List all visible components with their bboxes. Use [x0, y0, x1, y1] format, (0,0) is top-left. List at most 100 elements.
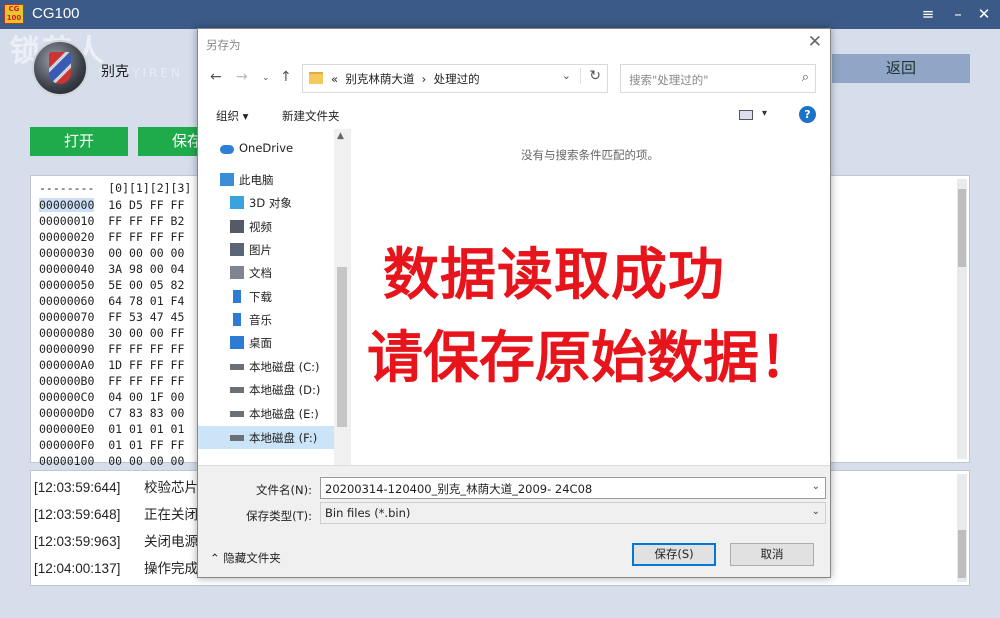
- hex-bytes: FF FF FF FF: [108, 374, 185, 388]
- hex-row[interactable]: 00000080 30 00 00 FF: [39, 326, 184, 340]
- filetype-label: 保存类型(T):: [246, 509, 312, 523]
- log-entry: [12:03:59:644] 校验芯片: [34, 476, 198, 496]
- filename-dropdown-icon[interactable]: ⌄: [812, 481, 820, 492]
- hex-address: 00000010: [39, 214, 95, 228]
- navigation-bar: ← → ⌄ ↑ « 别克林荫大道 › 处理过的 ⌄ ↻ 搜索"处理过的" ⌕: [198, 61, 830, 97]
- filetype-dropdown-icon[interactable]: ⌄: [812, 506, 820, 517]
- forward-arrow-icon[interactable]: →: [236, 69, 248, 85]
- refresh-icon[interactable]: ↻: [580, 68, 601, 84]
- up-arrow-icon[interactable]: ↑: [280, 69, 292, 85]
- hex-address: 000000E0: [39, 422, 95, 436]
- nav-item[interactable]: 视频: [198, 215, 334, 238]
- hex-bytes: FF FF FF FF: [108, 230, 185, 244]
- address-dropdown-icon[interactable]: ⌄: [562, 69, 571, 82]
- address-bar[interactable]: « 别克林荫大道 › 处理过的 ⌄ ↻: [302, 64, 608, 93]
- hex-bytes: 01 01 FF FF: [108, 438, 185, 452]
- nav-item[interactable]: 此电脑: [198, 168, 334, 191]
- hex-row[interactable]: 00000050 5E 00 05 82: [39, 278, 184, 292]
- nav-item[interactable]: 音乐: [198, 308, 334, 331]
- hex-address: 00000100: [39, 454, 95, 468]
- nav-item[interactable]: 3D 对象: [198, 191, 334, 214]
- hex-row[interactable]: 00000090 FF FF FF FF: [39, 342, 184, 356]
- back-arrow-icon[interactable]: ←: [210, 69, 222, 85]
- hex-address: 00000040: [39, 262, 95, 276]
- hex-row[interactable]: 00000020 FF FF FF FF: [39, 230, 184, 244]
- hex-row[interactable]: 000000B0 FF FF FF FF: [39, 374, 184, 388]
- nav-scrollbar[interactable]: ▲: [334, 129, 350, 465]
- download-icon: [233, 290, 241, 303]
- hex-row[interactable]: 000000D0 C7 83 83 00: [39, 406, 184, 420]
- search-input[interactable]: 搜索"处理过的" ⌕: [620, 64, 816, 93]
- filetype-select[interactable]: Bin files (*.bin) ⌄: [320, 502, 826, 524]
- hex-row[interactable]: 00000010 FF FF FF B2: [39, 214, 184, 228]
- filename-label: 文件名(N):: [256, 483, 312, 497]
- hex-address: 00000080: [39, 326, 95, 340]
- minimize-icon[interactable]: –: [946, 4, 970, 24]
- nav-item-label: OneDrive: [239, 141, 294, 155]
- nav-item-label: 3D 对象: [249, 196, 292, 210]
- hex-address: 00000000: [39, 198, 95, 212]
- hex-bytes: C7 83 83 00: [108, 406, 185, 420]
- hex-row[interactable]: 00000070 FF 53 47 45: [39, 310, 184, 324]
- navigation-pane: OneDrive 此电脑 3D 对象视频图片文档下载音乐桌面本地磁盘 (C:) 本地磁…: [198, 129, 350, 465]
- hex-bytes: 16 D5 FF FF: [108, 198, 185, 212]
- hex-row[interactable]: 000000E0 01 01 01 01: [39, 422, 184, 436]
- log-scrollbar[interactable]: [957, 474, 967, 582]
- nav-item[interactable]: 本地磁盘 (E:): [198, 402, 334, 425]
- nav-item-label: 文档: [249, 266, 272, 280]
- hex-bytes: 3A 98 00 04: [108, 262, 185, 276]
- open-button[interactable]: 打开: [30, 127, 128, 156]
- hex-address: 000000C0: [39, 390, 95, 404]
- app-title: CG100: [32, 5, 80, 22]
- dialog-close-icon[interactable]: ✕: [808, 32, 822, 52]
- nav-item-label: 本地磁盘 (C:): [249, 360, 320, 374]
- nav-item[interactable]: OneDrive: [198, 137, 334, 160]
- nav-item[interactable]: 本地磁盘 (F:): [198, 426, 334, 449]
- filetype-value: Bin files (*.bin): [325, 506, 411, 520]
- title-bar: CG 100 CG100 ≡ – ✕: [0, 0, 1000, 29]
- hex-row[interactable]: 00000030 00 00 00 00: [39, 246, 184, 260]
- organize-menu[interactable]: 组织 ▾: [216, 108, 248, 124]
- nav-item[interactable]: 文档: [198, 261, 334, 284]
- nav-item[interactable]: 本地磁盘 (C:): [198, 355, 334, 378]
- nav-item[interactable]: 下载: [198, 285, 334, 308]
- help-icon[interactable]: ?: [799, 106, 816, 123]
- log-timestamp: [12:03:59:963]: [34, 534, 121, 549]
- view-options-icon[interactable]: [739, 110, 753, 120]
- hex-scrollbar[interactable]: [957, 179, 967, 459]
- hex-bytes: 30 00 00 FF: [108, 326, 185, 340]
- menu-icon[interactable]: ≡: [916, 4, 940, 24]
- back-button[interactable]: 返回: [832, 54, 970, 83]
- hex-bytes: 01 01 01 01: [108, 422, 185, 436]
- new-folder-button[interactable]: 新建文件夹: [282, 108, 340, 124]
- hex-row[interactable]: 00000100 00 00 00 00: [39, 454, 184, 468]
- filename-field[interactable]: 20200314-120400_别克_林荫大道_2009- 24C08 ⌄: [320, 477, 826, 499]
- search-icon[interactable]: ⌕: [802, 70, 809, 85]
- nav-item-label: 音乐: [249, 313, 272, 327]
- hide-folders-toggle[interactable]: ⌃ 隐藏文件夹: [210, 550, 281, 566]
- hex-row[interactable]: 00000040 3A 98 00 04: [39, 262, 184, 276]
- dialog-cancel-button[interactable]: 取消: [730, 543, 814, 566]
- hex-row[interactable]: 00000060 64 78 01 F4: [39, 294, 184, 308]
- hide-folders-label: 隐藏文件夹: [223, 551, 281, 565]
- nav-item[interactable]: 桌面: [198, 331, 334, 354]
- hex-row[interactable]: 00000000 16 D5 FF FF: [39, 198, 184, 212]
- nav-item-label: 图片: [249, 243, 272, 257]
- drive-icon: [230, 435, 244, 441]
- hex-bytes: 5E 00 05 82: [108, 278, 185, 292]
- close-icon[interactable]: ✕: [972, 4, 996, 24]
- hex-row[interactable]: 000000A0 1D FF FF FF: [39, 358, 184, 372]
- drive-icon: [230, 364, 244, 370]
- hex-row[interactable]: 000000F0 01 01 FF FF: [39, 438, 184, 452]
- nav-item[interactable]: 本地磁盘 (D:): [198, 378, 334, 401]
- dialog-bottom-panel: 文件名(N): 20200314-120400_别克_林荫大道_2009- 24…: [198, 465, 830, 577]
- dialog-title: 另存为: [206, 38, 241, 52]
- hex-header: -------- [0][1][2][3]: [39, 181, 192, 195]
- hex-row[interactable]: 000000C0 04 00 1F 00: [39, 390, 184, 404]
- nav-item[interactable]: 图片: [198, 238, 334, 261]
- log-message: 操作完成: [144, 561, 198, 576]
- recent-chevron-icon[interactable]: ⌄: [262, 73, 270, 83]
- view-dropdown-icon[interactable]: ▾: [762, 108, 767, 119]
- drive-icon: [230, 411, 244, 417]
- dialog-save-button[interactable]: 保存(S): [632, 543, 716, 566]
